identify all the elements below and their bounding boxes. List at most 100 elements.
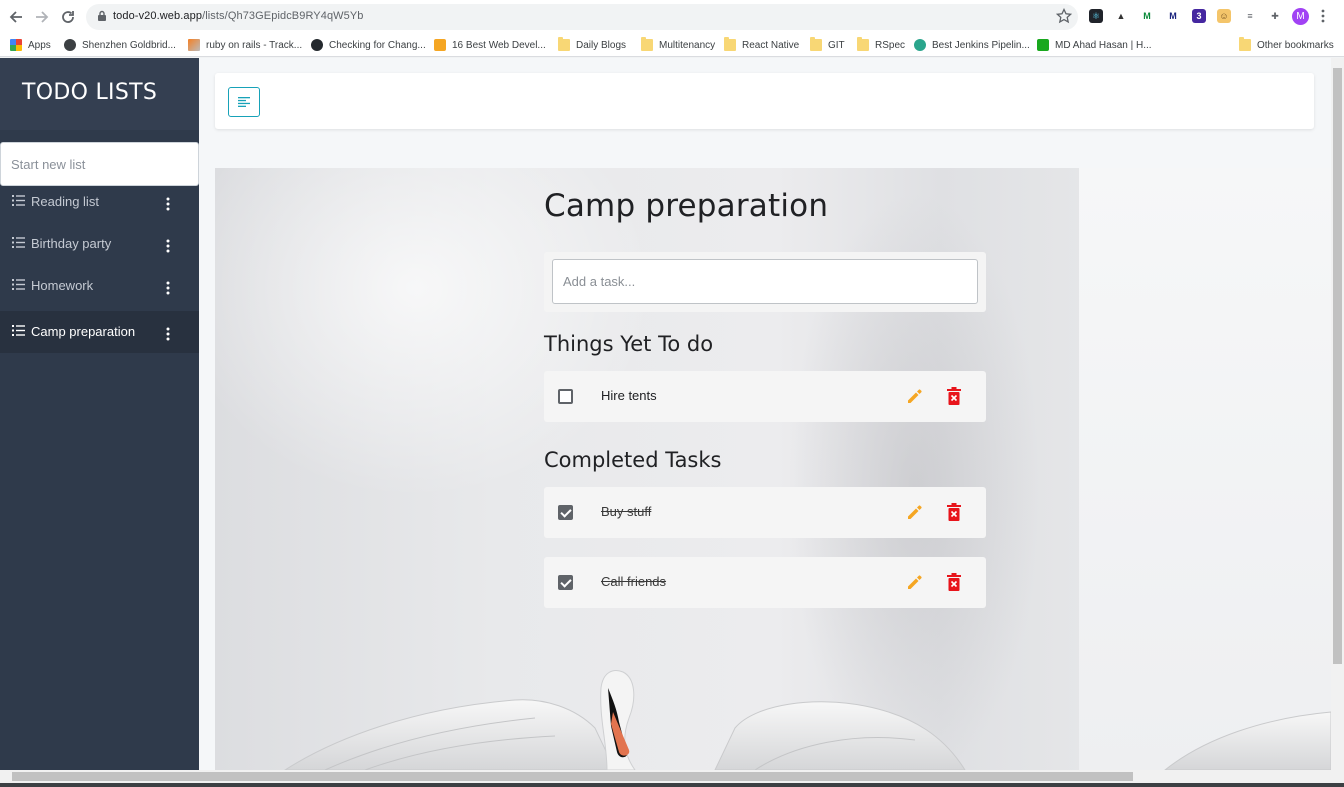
back-arrow-icon: [9, 11, 22, 23]
sidebar-item-homework[interactable]: Homework: [0, 265, 199, 307]
forward-arrow-icon: [36, 11, 49, 23]
bookmark-item[interactable]: Multitenancy: [641, 37, 715, 53]
chrome-menu-icon[interactable]: [1320, 9, 1326, 23]
bookmark-item[interactable]: ruby on rails - Track...: [188, 37, 302, 53]
more-vertical-icon[interactable]: [164, 327, 172, 341]
apps-grid-icon: [10, 39, 22, 51]
globe-icon: [64, 39, 76, 51]
jenkins-icon: [914, 39, 926, 51]
todo-task-row: Hire tents: [544, 371, 986, 422]
bookmark-item[interactable]: React Native: [724, 37, 799, 53]
completed-section-heading: Completed Tasks: [544, 448, 722, 472]
address-bar[interactable]: todo-v20.web.app/lists/Qh73GEpidcB9RY4qW…: [86, 4, 1078, 30]
bookmark-star-icon[interactable]: [1056, 8, 1072, 24]
bookmark-label: Daily Blogs: [576, 39, 627, 51]
task-text: Hire tents: [601, 388, 657, 403]
sidebar-item-label: Camp preparation: [31, 324, 136, 339]
edit-pencil-icon[interactable]: [906, 504, 923, 521]
bookmark-item[interactable]: Checking for Chang...: [311, 37, 426, 53]
edit-pencil-icon[interactable]: [906, 574, 923, 591]
m-extension-icon[interactable]: M: [1140, 9, 1154, 23]
main-area: Camp preparation Things Yet To do Hire t…: [199, 58, 1331, 770]
edit-pencil-icon[interactable]: [906, 388, 923, 405]
add-task-input[interactable]: [552, 259, 978, 304]
bookmark-item[interactable]: RSpec: [857, 37, 905, 53]
sidebar-item-label: Birthday party: [31, 236, 112, 251]
sidebar-item-label: Homework: [31, 278, 94, 293]
folder-icon: [558, 37, 570, 51]
bookmark-label: Checking for Chang...: [329, 39, 426, 51]
bookmark-item[interactable]: Daily Blogs: [558, 37, 626, 53]
sidebar-item-birthday-party[interactable]: Birthday party: [0, 223, 199, 265]
new-list-input[interactable]: [0, 142, 199, 186]
task-checkbox[interactable]: [558, 575, 573, 590]
face-extension-icon[interactable]: ☺: [1217, 9, 1231, 23]
bookmark-item[interactable]: 16 Best Web Devel...: [434, 37, 546, 53]
github-icon: [311, 39, 323, 51]
bookmark-label: Other bookmarks: [1257, 39, 1334, 51]
list-content: Camp preparation Things Yet To do Hire t…: [215, 168, 1331, 770]
profile-initial: M: [1296, 11, 1305, 22]
power-icon: [1037, 39, 1049, 51]
hat-extension-icon[interactable]: ▲: [1114, 9, 1128, 23]
delete-trash-icon[interactable]: [947, 387, 961, 405]
list-icon: [12, 237, 25, 248]
folder-icon: [810, 37, 822, 51]
task-checkbox[interactable]: [558, 505, 573, 520]
profile-avatar[interactable]: M: [1292, 8, 1309, 25]
delete-trash-icon[interactable]: [947, 573, 961, 591]
reload-button[interactable]: [57, 6, 79, 28]
bookmark-item[interactable]: GIT: [810, 37, 845, 53]
stackoverflow-icon: [188, 39, 200, 51]
badge-extension-icon[interactable]: 3: [1192, 9, 1206, 23]
sidebar: TODO LISTS Reading list Birthday party H…: [0, 58, 199, 770]
url-host: todo-v20.web.app: [113, 10, 203, 22]
bookmark-label: Apps: [28, 39, 51, 51]
puzzle-extensions-icon[interactable]: ✚: [1268, 9, 1282, 23]
swan-illustration: [284, 670, 1331, 770]
browser-toolbar: todo-v20.web.app/lists/Qh73GEpidcB9RY4qW…: [0, 0, 1344, 33]
folder-icon: [641, 37, 653, 51]
task-text: Buy stuff: [601, 504, 652, 519]
bookmark-item[interactable]: Other bookmarks: [1239, 37, 1334, 53]
list-title: Camp preparation: [544, 188, 829, 224]
align-left-icon: [238, 97, 250, 107]
bookmark-item[interactable]: Best Jenkins Pipelin...: [914, 37, 1030, 53]
bookmark-item[interactable]: Shenzhen Goldbrid...: [64, 37, 176, 53]
reading-list-icon[interactable]: ≡: [1243, 9, 1257, 23]
bookmark-item[interactable]: MD Ahad Hasan | H...: [1037, 37, 1152, 53]
sidebar-toggle-button[interactable]: [228, 87, 260, 117]
bookmark-item[interactable]: Apps: [10, 37, 51, 53]
delete-trash-icon[interactable]: [947, 503, 961, 521]
completed-task-row: Buy stuff: [544, 487, 986, 538]
extension-badge-count: 3: [1196, 11, 1202, 21]
folder-icon: [857, 37, 869, 51]
bookmark-label: MD Ahad Hasan | H...: [1055, 39, 1152, 51]
completed-task-row: Call friends: [544, 557, 986, 608]
back-button[interactable]: [5, 6, 27, 28]
task-checkbox[interactable]: [558, 389, 573, 404]
forward-button[interactable]: [31, 6, 53, 28]
task-text: Call friends: [601, 574, 667, 589]
add-task-form: [544, 252, 986, 312]
url-path: /lists/Qh73GEpidcB9RY4qW5Yb: [202, 10, 364, 22]
vertical-scrollbar[interactable]: [1331, 58, 1344, 770]
sidebar-item-camp-preparation[interactable]: Camp preparation: [0, 311, 199, 353]
more-vertical-icon[interactable]: [164, 239, 172, 253]
horizontal-scrollbar[interactable]: [0, 770, 1344, 783]
medium-extension-icon[interactable]: M: [1166, 9, 1180, 23]
vertical-scroll-thumb[interactable]: [1333, 68, 1342, 664]
top-navbar: [215, 73, 1314, 129]
react-devtools-extension-icon[interactable]: ⚛: [1089, 9, 1103, 23]
horizontal-scroll-thumb[interactable]: [12, 772, 1133, 781]
bookmark-label: RSpec: [875, 39, 906, 51]
reload-icon: [62, 11, 74, 23]
bookmark-label: Shenzhen Goldbrid...: [82, 39, 176, 51]
bookmarks-bar: Apps Shenzhen Goldbrid... ruby on rails - …: [0, 33, 1344, 57]
todo-section-heading: Things Yet To do: [544, 332, 714, 356]
sidebar-item-reading-list[interactable]: Reading list: [0, 181, 199, 223]
more-vertical-icon[interactable]: [164, 281, 172, 295]
s-logo-icon: [434, 39, 446, 51]
more-vertical-icon[interactable]: [164, 197, 172, 211]
folder-icon: [724, 37, 736, 51]
